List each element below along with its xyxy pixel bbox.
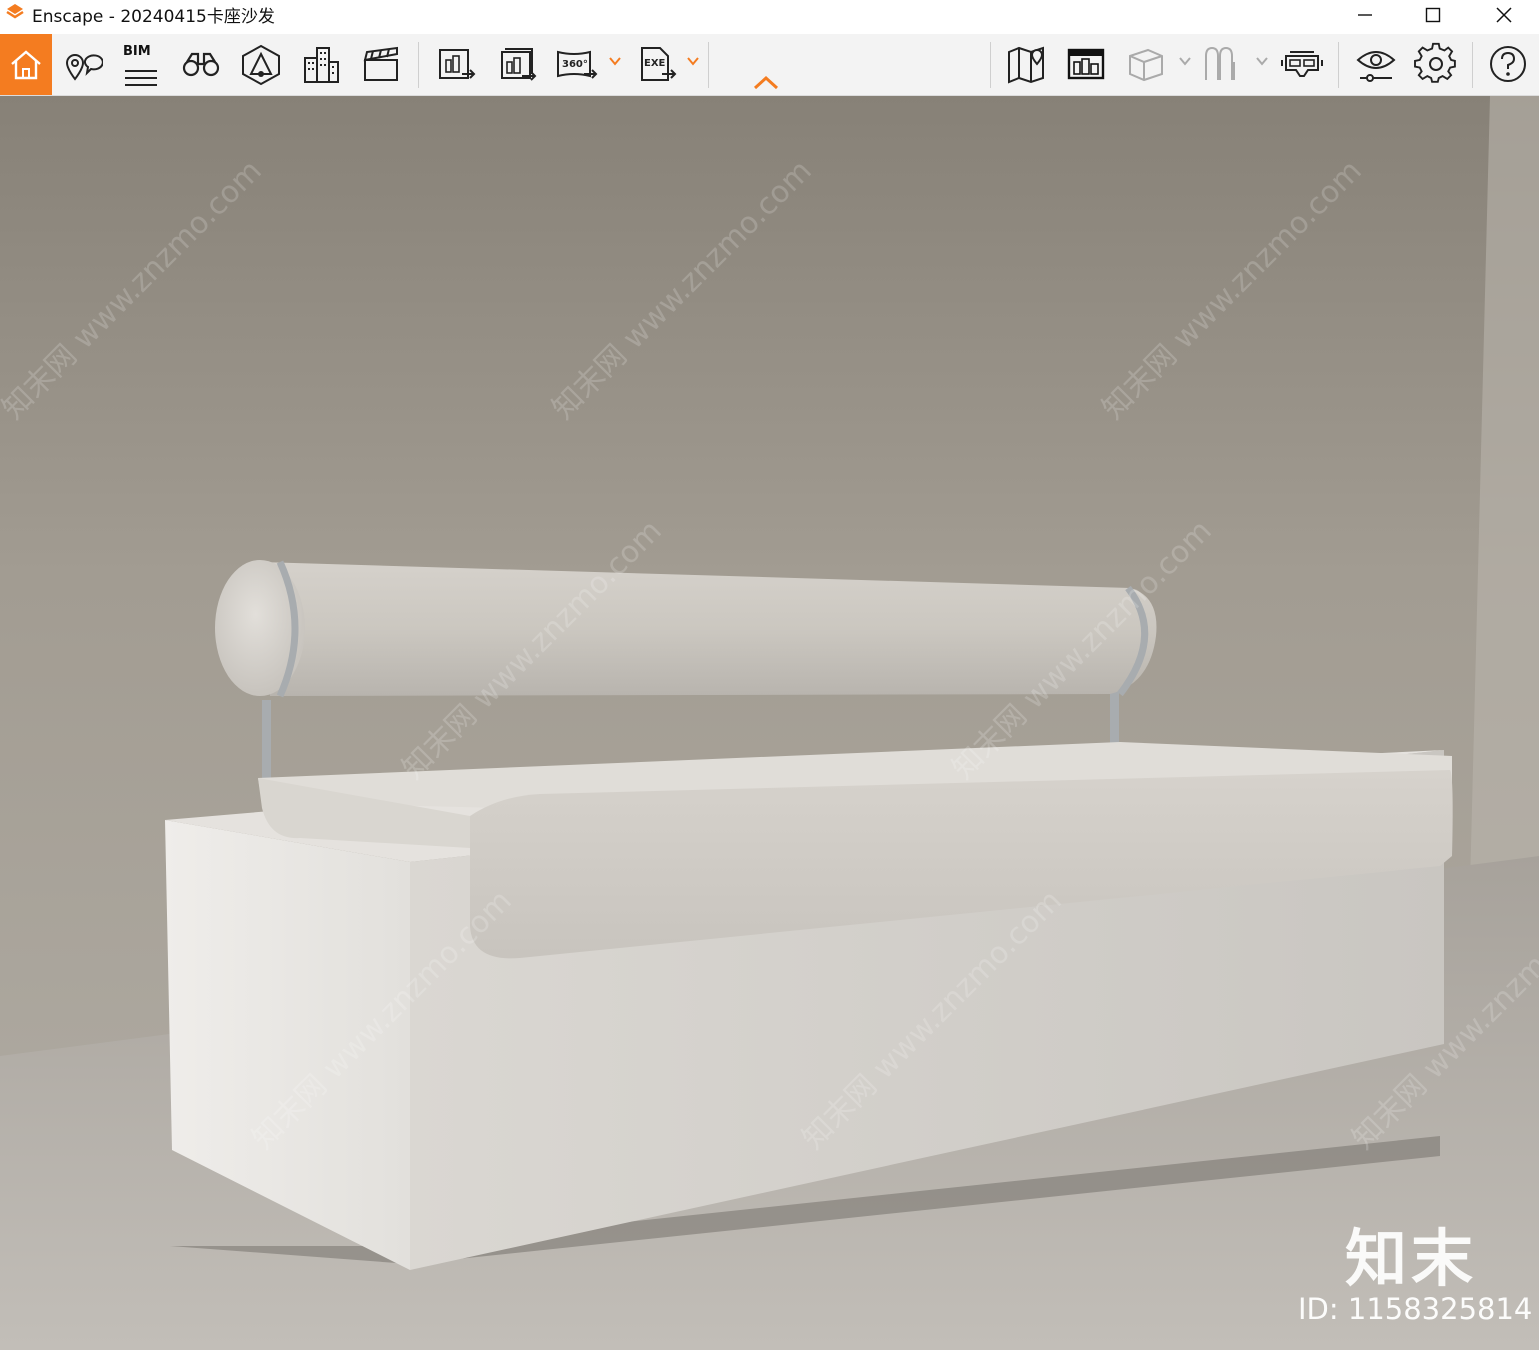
material-button[interactable] [1198,40,1246,88]
chevron-down-icon[interactable] [608,54,622,68]
toolbar-separator [1472,42,1473,88]
toolbar-separator [418,42,419,88]
exe-label: EXE [644,58,666,69]
close-button[interactable] [1469,0,1539,30]
minimize-icon [1358,14,1372,16]
gear-icon [1414,42,1456,83]
batch-render-icon [439,49,476,79]
box-view-icon [1129,48,1163,82]
help-button[interactable] [1484,40,1532,88]
binoculars-icon [182,52,220,77]
window-title: Enscape - 20240415卡座沙发 [32,7,275,27]
bim-button[interactable]: BIM [117,40,165,88]
enscape-logo-icon [6,4,24,19]
buildings-icon [304,47,339,83]
asset-library-icon [1067,48,1105,80]
map-icon [1008,46,1044,84]
help-icon [1490,46,1526,82]
render-viewport[interactable]: 知末网 www.znzmo.com 知末网 www.znzmo.com 知末网 … [0,96,1539,1350]
views-button[interactable] [58,40,106,88]
visual-settings-button[interactable] [1352,40,1400,88]
clapper-icon [363,46,398,81]
bim-label: BIM [123,44,151,59]
vr-button[interactable] [1278,40,1326,88]
box-view-button[interactable] [1122,40,1170,88]
home-icon [11,49,41,79]
perspective-icon [242,44,280,86]
chevron-down-icon[interactable] [686,54,700,68]
title-bar: Enscape - 20240415卡座沙发 [0,0,1539,34]
vr-headset-icon [1281,51,1323,77]
watermark-id: ID: 1158325814 [1298,1292,1533,1326]
exe-export-button[interactable]: EXE [632,40,680,88]
exe-export-icon: EXE [641,47,677,81]
sofa-render-image [0,96,1539,1350]
close-icon [1496,7,1512,23]
toolbar-separator [708,42,709,88]
location-pin-icon [65,54,103,81]
export-render-icon [501,48,537,81]
toolbar-separator [990,42,991,88]
binoculars-button[interactable] [177,40,225,88]
maximize-button[interactable] [1398,0,1468,30]
site-context-button[interactable] [297,40,345,88]
asset-library-button[interactable] [1062,40,1110,88]
minimize-button[interactable] [1330,0,1400,30]
home-button[interactable] [0,34,52,95]
map-button[interactable] [1002,40,1050,88]
batch-render-button[interactable] [432,40,480,88]
settings-button[interactable] [1412,40,1460,88]
export-render-button[interactable] [492,40,540,88]
panorama-button[interactable]: 360° [552,40,600,88]
collapse-icon[interactable] [752,74,780,92]
maximize-icon [1425,7,1441,23]
panorama-label: 360° [562,59,588,70]
enscape-toolbar: BIM 360° EXE [0,34,1539,96]
watermark-logo: 知末 [1345,1222,1478,1295]
material-icon [1205,46,1235,80]
eye-settings-icon [1356,51,1396,82]
chevron-down-icon[interactable] [1178,54,1192,68]
perspective-button[interactable] [237,40,285,88]
toolbar-separator [1338,42,1339,88]
video-editor-button[interactable] [357,40,405,88]
panorama-icon: 360° [557,50,598,79]
chevron-down-icon[interactable] [1255,54,1269,68]
